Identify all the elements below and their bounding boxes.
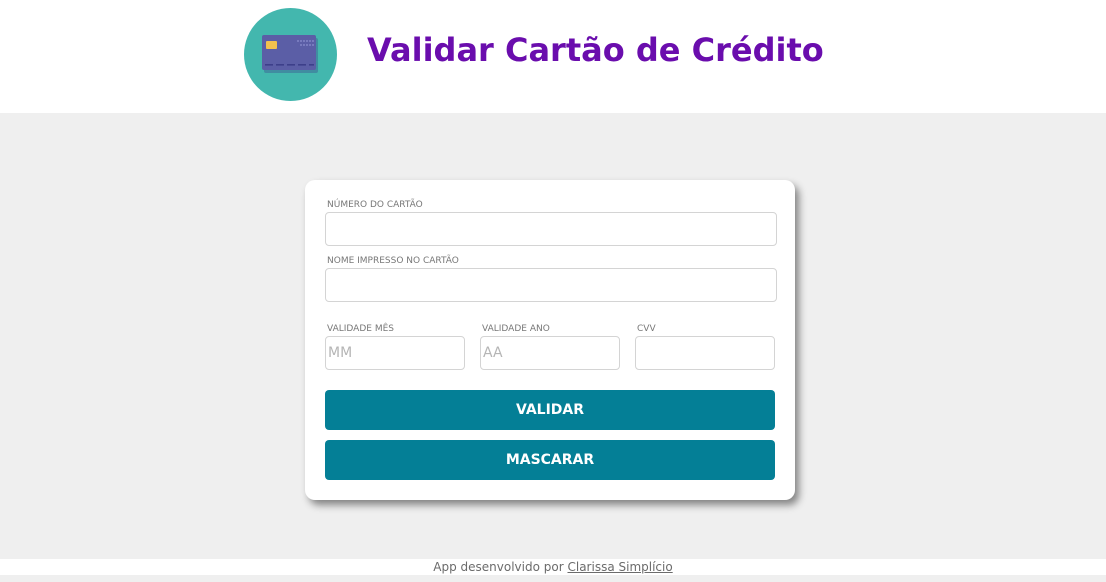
card-number-label: NÚMERO DO CARTÃO [327,200,423,210]
cvv-label: CVV [637,324,656,334]
validate-button[interactable]: VALIDAR [325,390,775,430]
exp-month-input[interactable] [325,336,465,370]
card-name-input[interactable] [325,268,777,302]
cvv-input[interactable] [635,336,775,370]
logo [244,8,337,101]
credit-card-icon [262,35,318,73]
card-name-label: NOME IMPRESSO NO CARTÃO [327,256,459,266]
exp-month-label: VALIDADE MÊS [327,324,394,334]
header: Validar Cartão de Crédito [0,0,1106,113]
author-link[interactable]: Clarissa Simplício [567,560,672,574]
footer: App desenvolvido por Clarissa Simplício [0,559,1106,575]
card-form: NÚMERO DO CARTÃO NOME IMPRESSO NO CARTÃO… [305,180,795,500]
page-title: Validar Cartão de Crédito [367,31,824,69]
exp-year-input[interactable] [480,336,620,370]
card-number-input[interactable] [325,212,777,246]
mask-button[interactable]: MASCARAR [325,440,775,480]
exp-year-label: VALIDADE ANO [482,324,550,334]
footer-text: App desenvolvido por [433,560,568,574]
